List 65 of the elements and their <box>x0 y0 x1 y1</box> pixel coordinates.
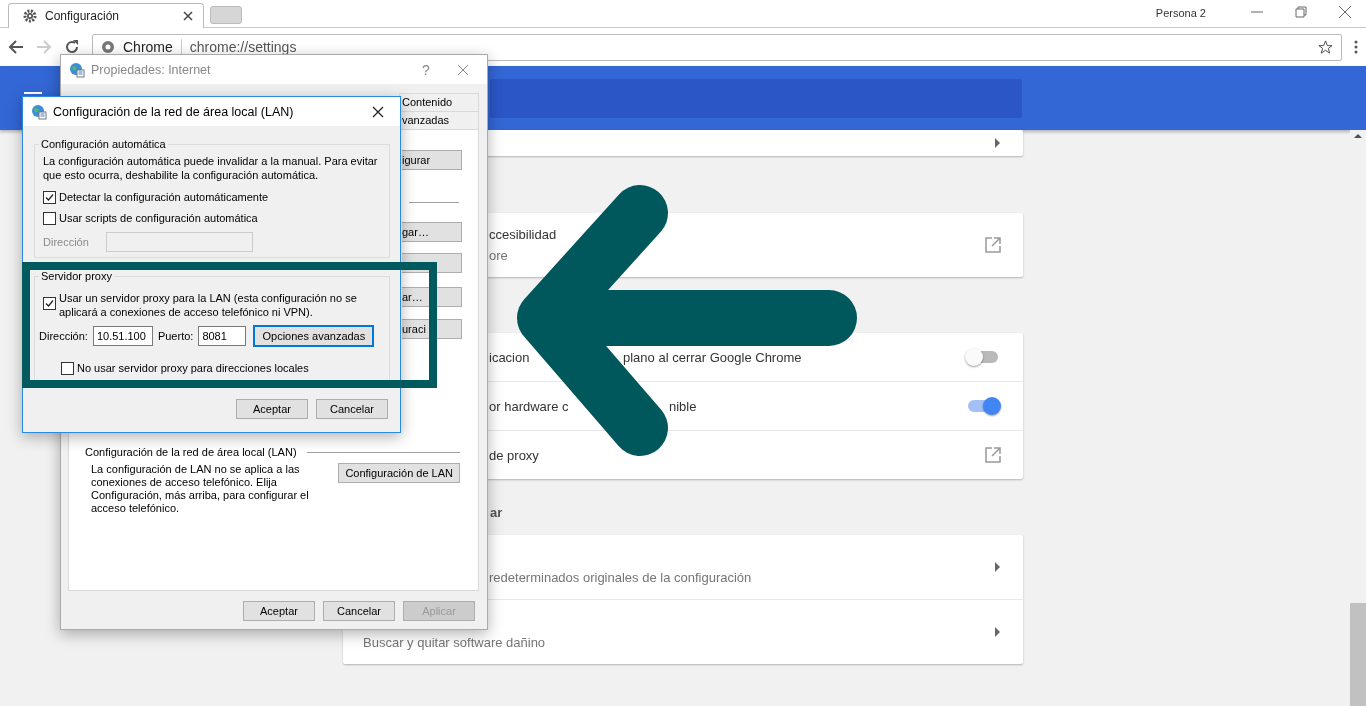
toggle-knob[interactable] <box>983 397 1001 415</box>
dialog-button[interactable]: Aceptar <box>236 399 308 419</box>
group-title: Servidor proxy <box>40 269 113 283</box>
setting-description: redeterminados originales de la configuración <box>489 569 753 585</box>
globe-icon <box>31 103 47 120</box>
field-label: Dirección <box>43 235 90 249</box>
checkbox-label: No usar servidor proxy para direcciones locales <box>77 361 309 375</box>
star-icon[interactable] <box>1318 39 1333 55</box>
advanced-options-button[interactable]: Opciones avanzadas <box>254 326 374 346</box>
help-button[interactable]: ? <box>411 62 441 77</box>
back-icon[interactable] <box>8 39 24 55</box>
lan-settings-button[interactable]: Configuración de LAN <box>338 463 460 483</box>
section-heading: ar <box>489 505 504 520</box>
section-description: La configuración de LAN no se aplica a las conexiones de acceso telefónico. Elija Configuración, más arriba, para configurar el acceso telefónico. <box>91 463 310 515</box>
input-field[interactable]: 10.51.100 <box>92 326 153 346</box>
chrome-icon <box>101 40 115 54</box>
setting-title: or hardware c <box>489 398 570 414</box>
dialog-tab[interactable]: Contenido <box>399 93 479 111</box>
checkbox-label: Usar un servidor proxy para la LAN (esta configuración no se aplicará a conexiones de acceso telefónico ni VPN). <box>59 291 358 319</box>
checkbox-label: Detectar la configuración automáticamente <box>59 190 269 204</box>
field-label: Puerto: <box>157 329 194 343</box>
setting-title: ccesibilidad <box>489 227 558 242</box>
tab-title: Configuración <box>45 9 121 23</box>
dialog-button[interactable]: Aceptar <box>243 601 315 621</box>
setting-title: plano al cerrar Google Chrome <box>623 349 802 365</box>
arrow-right-icon[interactable] <box>995 627 1001 637</box>
close-icon[interactable] <box>183 11 193 21</box>
checkbox[interactable] <box>43 297 56 310</box>
gear-icon <box>23 9 37 23</box>
group-description: La configuración automática puede invalidar a la manual. Para evitar que esto ocurra, deshabilite la configuración automática. <box>43 154 379 182</box>
dialog-button[interactable]: gar… <box>402 222 462 242</box>
menu-icon[interactable] <box>1354 40 1358 54</box>
setting-description: Buscar y quitar software dañino <box>363 634 547 650</box>
external-link-icon[interactable] <box>985 447 1001 463</box>
restore-icon[interactable] <box>1294 5 1308 19</box>
toggle-knob[interactable] <box>965 348 983 366</box>
dialog-button[interactable]: igurar <box>402 150 462 170</box>
dialog-button[interactable]: Cancelar <box>323 601 395 621</box>
checkbox[interactable] <box>61 362 74 375</box>
field-label: Dirección: <box>39 329 88 343</box>
section-heading: Configuración de la red de área local (LAN) <box>85 445 297 459</box>
scrollbar-thumb[interactable] <box>1350 603 1366 706</box>
setting-title: icacion <box>489 349 531 365</box>
external-link-icon[interactable] <box>985 237 1001 253</box>
input-field[interactable]: 8081 <box>198 326 247 346</box>
dialog-tab[interactable]: vanzadas <box>399 111 479 129</box>
globe-icon <box>69 61 85 78</box>
window-title: Propiedades: Internet <box>91 62 212 77</box>
url-text: chrome://settings <box>189 39 298 55</box>
checkbox-label: Usar scripts de configuración automática <box>59 211 258 225</box>
reload-icon[interactable] <box>64 39 80 55</box>
browser-tab[interactable]: Configuración <box>8 3 204 28</box>
search-field[interactable] <box>490 78 1022 118</box>
close-icon[interactable] <box>372 105 384 118</box>
profile-name[interactable]: Persona 2 <box>1155 7 1206 19</box>
checkbox[interactable] <box>43 212 56 225</box>
checkbox[interactable] <box>43 191 56 204</box>
group-title: Configuración automática <box>40 137 167 151</box>
setting-description: ore <box>489 248 509 263</box>
setting-title: de proxy <box>489 447 540 463</box>
arrow-right-icon[interactable] <box>995 562 1001 572</box>
window-title: Configuración de la red de área local (LAN) <box>53 104 295 119</box>
dialog-button[interactable]: Cancelar <box>316 399 388 419</box>
arrow-right-icon[interactable] <box>995 138 1001 148</box>
setting-title: nible <box>669 398 697 414</box>
